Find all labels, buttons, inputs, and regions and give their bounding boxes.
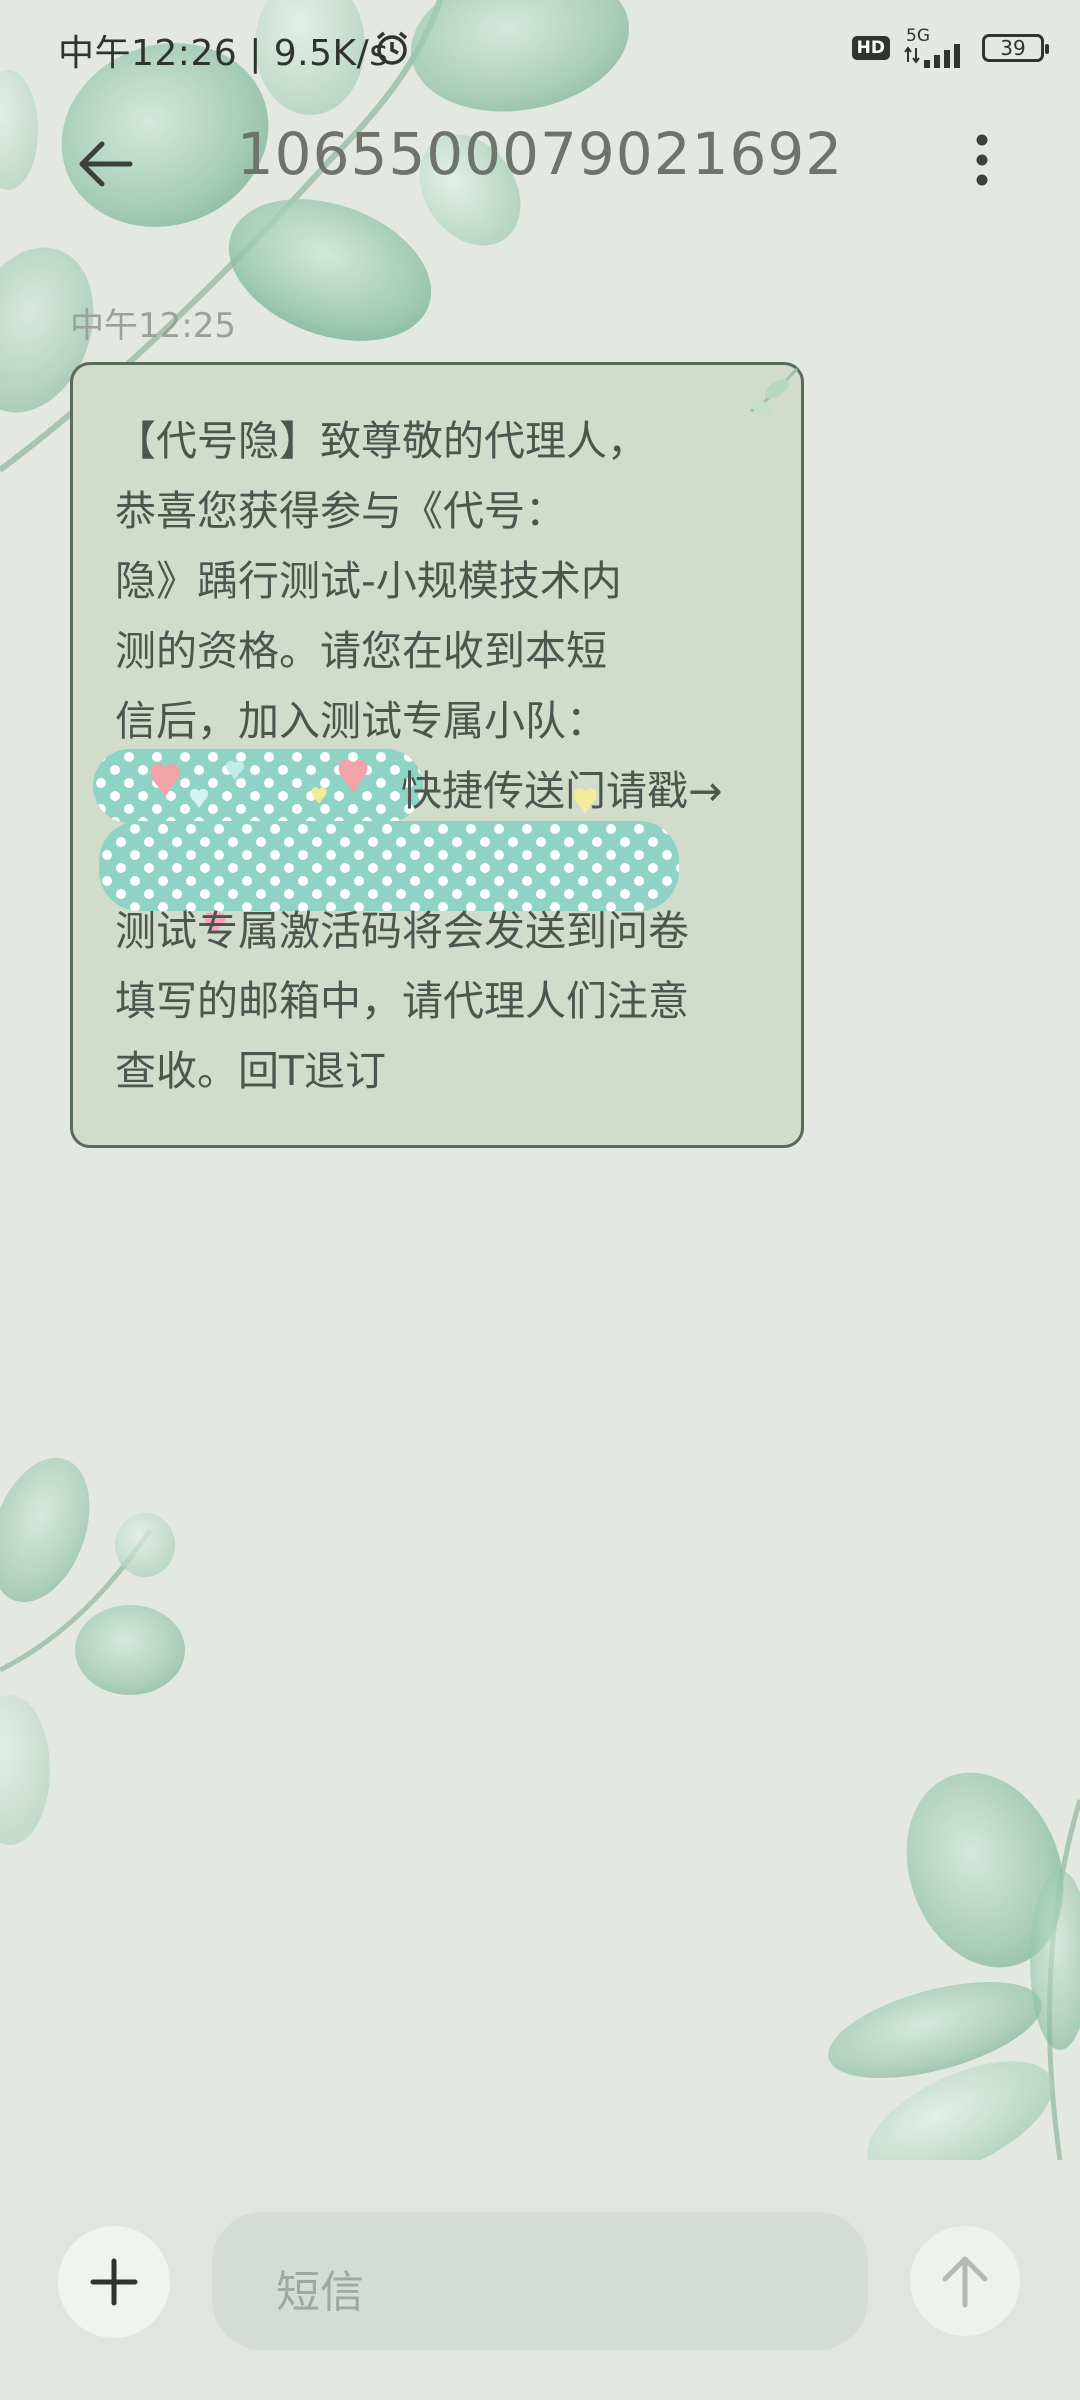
status-indicators: HD 5G 39 xyxy=(851,22,1049,74)
status-time-text: 中午12:26 | 9.5K/s xyxy=(58,33,389,74)
leaf-corner-icon xyxy=(749,367,799,414)
message-bubble[interactable]: 【代号隐】致尊敬的代理人， 恭喜您获得参与《代号： 隐》踽行测试-小规模技术内 … xyxy=(70,362,804,1148)
battery-icon: 39 xyxy=(982,34,1049,62)
leaf-decoration xyxy=(0,0,1080,2179)
battery-level: 39 xyxy=(1000,36,1026,60)
message-line-7: 测试专属激活码将会发送到问卷 xyxy=(115,907,689,955)
plus-icon xyxy=(90,2258,138,2306)
add-attachment-button[interactable] xyxy=(58,2226,170,2338)
send-button[interactable] xyxy=(910,2226,1020,2336)
message-line-2: 恭喜您获得参与《代号： xyxy=(115,487,566,535)
message-line-8: 填写的邮箱中，请代理人们注意 xyxy=(115,977,689,1025)
status-time-speed: 中午12:26 | 9.5K/s xyxy=(58,24,389,76)
message-line-5: 信后，加入测试专属小队： xyxy=(115,697,607,745)
message-input[interactable]: 短信 xyxy=(212,2212,868,2350)
heart-sticker xyxy=(573,788,597,814)
status-bar: 中午12:26 | 9.5K/s HD 5G 39 xyxy=(0,0,1080,96)
conversation-title: 1065500079021692 xyxy=(236,120,844,188)
message-timestamp: 中午12:25 xyxy=(70,306,236,346)
quick-portal-link-text[interactable]: 快捷传送门请戳→ xyxy=(401,757,722,817)
redaction-mark xyxy=(93,749,423,823)
hd-badge: HD xyxy=(851,36,890,60)
message-line-1: 【代号隐】致尊敬的代理人， xyxy=(115,417,648,465)
message-line-4: 测的资格。请您在收到本短 xyxy=(115,627,607,675)
message-input-placeholder: 短信 xyxy=(276,2267,364,2318)
more-options-button[interactable] xyxy=(950,126,1014,198)
send-arrow-icon xyxy=(942,2256,988,2308)
message-line-9: 查收。回T退订 xyxy=(115,1047,387,1095)
signal-icon: 5G xyxy=(904,26,968,70)
alarm-icon xyxy=(376,31,408,65)
more-vertical-icon xyxy=(976,134,988,186)
message-line-3: 隐》踽行测试-小规模技术内 xyxy=(115,557,622,605)
